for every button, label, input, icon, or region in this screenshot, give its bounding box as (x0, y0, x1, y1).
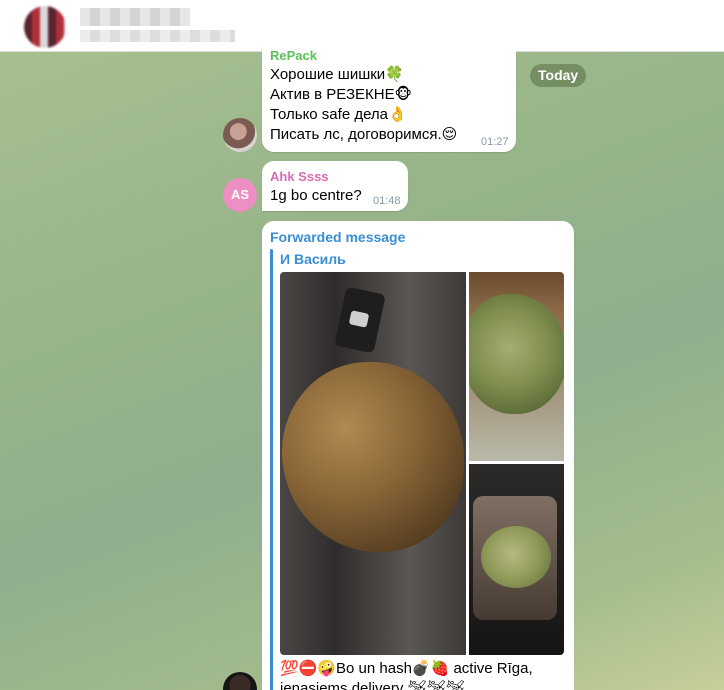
message-bubble[interactable]: Ahk Ssss 1g bo centre? 01:48 (262, 161, 408, 211)
message-time: 01:27 (481, 136, 509, 148)
sender-avatar-dark[interactable] (223, 672, 257, 690)
chat-subtitle-blurred (80, 30, 235, 42)
message-line: Писать лс, договоримся.😌 (270, 126, 458, 143)
message-text: Хорошие шишки🍀 Актив в РЕЗЕКНЕ🐵 Только s… (270, 65, 457, 145)
chat-title-blurred[interactable] (80, 8, 190, 26)
photo-hash-ball (282, 362, 464, 552)
photo-bud-shape (469, 294, 564, 414)
sender-name[interactable]: Ahk Ssss (270, 169, 329, 185)
chat-avatar[interactable] (24, 6, 66, 48)
avatar-initials: AS (230, 187, 250, 202)
sender-avatar-repack[interactable] (223, 118, 257, 152)
caption-line: ienasiems delivery 🛩🛩🛩 (280, 680, 465, 690)
message-time: 01:48 (373, 195, 401, 207)
photo-bud-bottom[interactable] (469, 464, 564, 655)
photo-bud-shape (481, 526, 551, 588)
forward-quote-bar (270, 249, 273, 690)
message-line: Актив в РЕЗЕКНЕ🐵 (270, 86, 412, 103)
message-bubble[interactable]: RePack Хорошие шишки🍀 Актив в РЕЗЕКНЕ🐵 Т… (262, 40, 516, 152)
photo-bud-top[interactable] (469, 272, 564, 461)
message-text: 1g bo centre? (270, 187, 362, 204)
message-line: Хорошие шишки🍀 (270, 66, 404, 83)
forwarded-message-bubble[interactable]: Forwarded message И Василь 💯⛔🤪Bo un hash… (262, 221, 574, 690)
sender-name[interactable]: RePack (270, 48, 317, 64)
sender-avatar-ahk-ssss[interactable]: AS (223, 178, 257, 212)
message-line: Только safe дела👌 (270, 106, 407, 123)
photo-hash[interactable] (280, 272, 466, 655)
caption-line: 💯⛔🤪Bo un hash💣🍓 active Rīga, (280, 660, 533, 677)
forwarded-label: Forwarded message (270, 229, 406, 245)
forwarded-caption: 💯⛔🤪Bo un hash💣🍓 active Rīga, ienasiems d… (280, 659, 570, 690)
date-separator: Today (530, 64, 587, 87)
forward-source-name[interactable]: И Василь (280, 251, 346, 267)
